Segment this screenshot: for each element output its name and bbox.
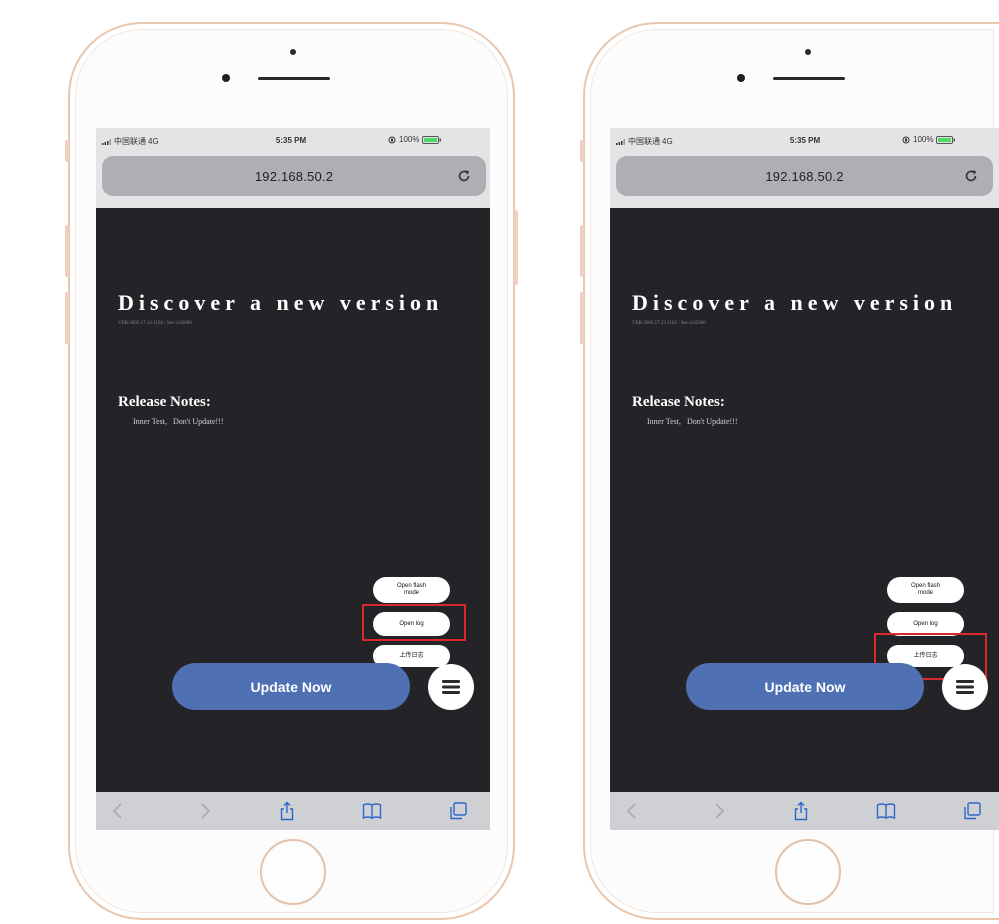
carrier-info: 中国联通 4G	[102, 136, 159, 147]
earpiece-speaker	[258, 77, 330, 80]
power-button	[514, 210, 518, 285]
carrier-name: 中国联通	[114, 137, 146, 146]
address-bar[interactable]: 192.168.50.2	[102, 156, 486, 196]
forward-icon[interactable]	[709, 801, 729, 821]
share-icon[interactable]	[277, 801, 297, 821]
address-bar[interactable]: 192.168.50.2	[616, 156, 993, 196]
release-notes-heading: Release Notes:	[632, 394, 725, 410]
volume-up-button	[580, 225, 584, 277]
phone-left: 中国联通 4G 5:35 PM 100% 192.168.50.2 Discov…	[65, 22, 518, 920]
phone-screen: 中国联通 4G 5:35 PM 100% 192.168.50.2 Discov…	[96, 128, 490, 830]
home-button[interactable]	[260, 839, 326, 905]
front-camera	[222, 74, 230, 82]
orientation-lock-icon	[388, 136, 396, 143]
menu-item-label: Open flash mode	[910, 583, 941, 596]
orientation-lock-icon	[902, 136, 910, 143]
url-text: 192.168.50.2	[765, 168, 844, 184]
bookmarks-icon[interactable]	[362, 801, 382, 821]
tabs-icon[interactable]	[962, 801, 982, 821]
back-icon[interactable]	[108, 801, 128, 821]
signal-icon	[102, 138, 111, 145]
battery-icon	[422, 135, 442, 144]
volume-up-button	[65, 225, 69, 277]
phone-screen: 中国联通 4G 5:35 PM 100% 192.168.50.2 Discov…	[610, 128, 999, 830]
open-flash-mode-button[interactable]: Open flash mode	[887, 577, 964, 603]
release-notes-text: Inner Test, Don't Update!!!	[647, 417, 738, 426]
back-icon[interactable]	[622, 801, 642, 821]
mute-switch	[65, 140, 69, 162]
battery-info: 100%	[388, 135, 442, 144]
volume-down-button	[65, 292, 69, 344]
browser-toolbar	[96, 792, 490, 830]
proximity-sensor	[805, 49, 811, 55]
phone-right: 中国联通 4G 5:35 PM 100% 192.168.50.2 Discov…	[580, 22, 999, 920]
share-icon[interactable]	[791, 801, 811, 821]
hamburger-menu-icon	[956, 680, 974, 694]
version-text: VER:2005.17.13.1102 / Sec:4.05606	[632, 321, 706, 326]
carrier-info: 中国联通 4G	[616, 136, 673, 147]
release-notes-heading: Release Notes:	[118, 394, 211, 410]
network-type: 4G	[148, 137, 159, 146]
tabs-icon[interactable]	[448, 801, 468, 821]
menu-item-label: 上传日志	[399, 652, 424, 659]
carrier-name: 中国联通	[628, 137, 660, 146]
floating-menu-button[interactable]	[428, 664, 474, 710]
battery-percent: 100%	[913, 135, 934, 144]
mute-switch	[580, 140, 584, 162]
battery-percent: 100%	[399, 135, 420, 144]
home-button[interactable]	[775, 839, 841, 905]
status-bar: 中国联通 4G 5:35 PM 100%	[610, 132, 999, 150]
release-notes-text: Inner Test, Don't Update!!!	[133, 417, 224, 426]
highlight-box	[362, 604, 466, 641]
open-flash-mode-button[interactable]: Open flash mode	[373, 577, 450, 603]
update-now-button[interactable]: Update Now	[686, 663, 924, 710]
status-time: 5:35 PM	[789, 136, 821, 145]
url-text: 192.168.50.2	[254, 168, 334, 184]
update-now-button[interactable]: Update Now	[172, 663, 410, 710]
proximity-sensor	[290, 49, 296, 55]
battery-info: 100%	[902, 135, 956, 144]
earpiece-speaker	[773, 77, 845, 80]
page-title: Discover a new version	[118, 290, 444, 315]
battery-icon	[936, 135, 956, 144]
bookmarks-icon[interactable]	[876, 801, 896, 821]
volume-down-button	[580, 292, 584, 344]
page-title: Discover a new version	[632, 290, 958, 315]
browser-toolbar	[610, 792, 999, 830]
version-text: VER:2005.17.13.1102 / Sec:4.05606	[118, 321, 192, 326]
reload-icon[interactable]	[963, 168, 979, 184]
hamburger-menu-icon	[442, 680, 460, 694]
status-bar: 中国联通 4G 5:35 PM 100%	[96, 132, 490, 150]
menu-item-label: Open flash mode	[396, 583, 427, 596]
floating-menu-button[interactable]	[942, 664, 988, 710]
forward-icon[interactable]	[195, 801, 215, 821]
network-type: 4G	[662, 137, 673, 146]
front-camera	[737, 74, 745, 82]
web-page: Discover a new version VER:2005.17.13.11…	[96, 208, 490, 792]
signal-icon	[616, 138, 625, 145]
status-time: 5:35 PM	[275, 136, 307, 145]
menu-item-label: Open log	[913, 620, 938, 627]
reload-icon[interactable]	[456, 168, 472, 184]
web-page: Discover a new version VER:2005.17.13.11…	[610, 208, 999, 792]
